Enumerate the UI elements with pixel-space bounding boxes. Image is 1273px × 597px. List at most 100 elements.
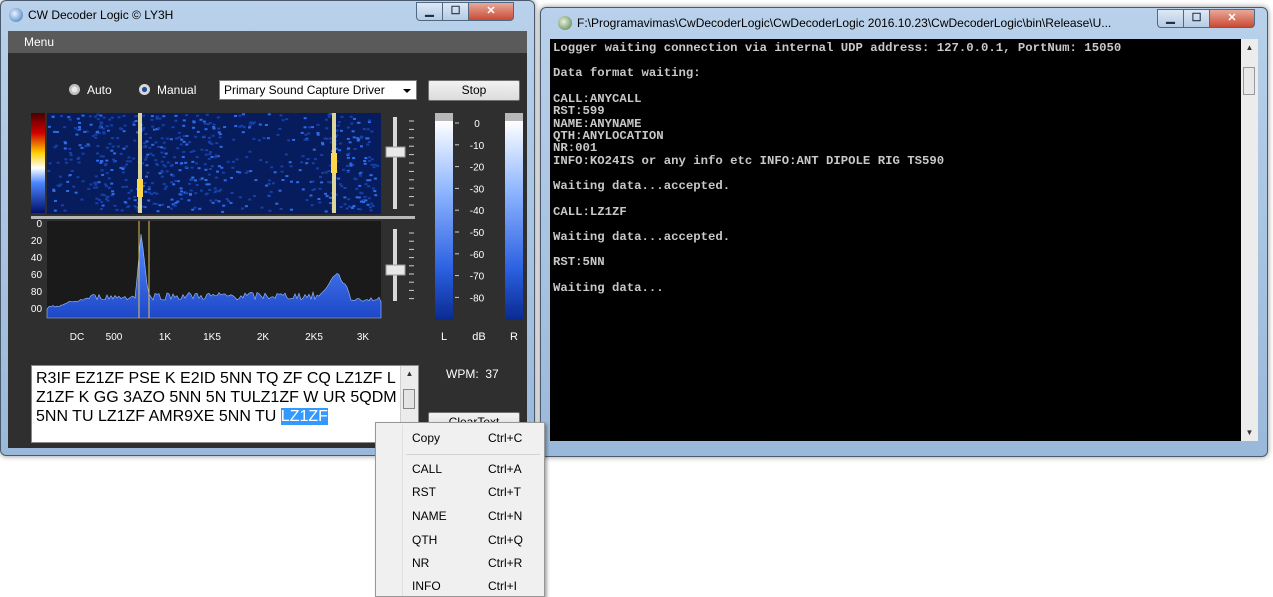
waterfall-pixel (97, 198, 101, 201)
waterfall-pixel (196, 130, 200, 133)
waterfall-pixel (63, 147, 67, 150)
waterfall-pixel (280, 170, 284, 173)
cw-titlebar[interactable]: CW Decoder Logic © LY3H ▁ ☐ ✕ (1, 1, 534, 29)
mode-manual-radio[interactable] (139, 84, 150, 95)
y-tick-label: -20 (31, 236, 42, 247)
console-scroll-thumb[interactable] (1243, 67, 1255, 95)
waterfall-pixel (185, 143, 189, 146)
app-icon (9, 8, 23, 22)
waterfall-pixel (290, 208, 293, 211)
waterfall-pixel (305, 138, 309, 141)
menu-item-nr[interactable]: NR Ctrl+R (379, 552, 541, 574)
menu-item-name[interactable]: NAME Ctrl+N (379, 505, 541, 527)
waterfall-pixel (328, 137, 332, 140)
decoded-text-selection[interactable]: LZ1ZF (280, 408, 328, 425)
waterfall-pixel (161, 203, 165, 206)
waterfall-pixel (368, 206, 372, 209)
waterfall-pixel (125, 163, 128, 166)
waterfall-pixel (99, 124, 103, 127)
console-line: INFO:KO24IS or any info etc INFO:ANT DIP… (553, 153, 945, 168)
menu-item-info[interactable]: INFO Ctrl+I (379, 575, 541, 597)
waterfall-pixel (234, 125, 238, 128)
waterfall-gain-slider[interactable] (385, 117, 414, 209)
menu-item-shortcut: Ctrl+N (488, 509, 523, 523)
waterfall-pixel (192, 150, 196, 153)
mode-auto-radio[interactable] (69, 84, 80, 95)
menu-item-copy[interactable]: Copy Ctrl+C (379, 427, 541, 449)
waterfall-pixel (225, 198, 229, 200)
maximize-button[interactable]: ☐ (443, 2, 469, 21)
waterfall-pixel (56, 161, 60, 164)
waterfall-pixel (171, 126, 175, 129)
menu-item-qth[interactable]: QTH Ctrl+Q (379, 529, 541, 551)
waterfall-pixel (368, 119, 372, 122)
menu-item-call[interactable]: CALL Ctrl+A (379, 458, 541, 480)
waterfall-pixel (116, 145, 120, 148)
menu-item-menu[interactable]: Menu (24, 35, 54, 49)
waterfall-pixel (257, 139, 261, 142)
waterfall-pixel (320, 181, 324, 184)
waterfall-pixel (352, 205, 356, 207)
waterfall-pixel (54, 199, 57, 202)
minimize-button[interactable]: ▁ (416, 2, 443, 21)
menu-item-rst[interactable]: RST Ctrl+T (379, 481, 541, 503)
waterfall-pixel (289, 165, 293, 168)
waterfall-pixel (339, 205, 343, 208)
left-level-meter (435, 121, 453, 320)
decoded-text-content[interactable]: R3IF EZ1ZF PSE K E2ID 5NN TQ ZF CQ LZ1ZF… (36, 369, 398, 426)
waterfall-pixel (110, 182, 114, 185)
waterfall-pixel (371, 187, 375, 190)
waterfall-pixel (311, 180, 315, 183)
waterfall-pixel (360, 145, 363, 148)
waterfall-pixel (145, 175, 148, 178)
waterfall-pixel (162, 115, 166, 118)
waterfall-pixel (166, 161, 170, 164)
waterfall-pixel (163, 165, 167, 168)
waterfall-pixel (160, 137, 164, 140)
waterfall-pixel (231, 160, 235, 163)
waterfall-pixel (161, 124, 165, 127)
waterfall-pixel (170, 163, 174, 166)
console-scroll-up-icon[interactable]: ▲ (1241, 43, 1258, 52)
console-scrollbar[interactable]: ▲ ▼ (1241, 39, 1258, 441)
waterfall-pixel (360, 192, 364, 195)
waterfall-pixel (64, 161, 68, 164)
menu-item-shortcut: Ctrl+Q (488, 533, 524, 547)
waterfall-pixel (88, 115, 92, 118)
waterfall-pixel (178, 169, 182, 172)
waterfall-pixel (76, 117, 80, 120)
console-titlebar[interactable]: F:\Programavimas\CwDecoderLogic\CwDecode… (541, 8, 1267, 36)
console-minimize-button[interactable]: ▁ (1157, 9, 1184, 28)
decoded-text-box[interactable]: R3IF EZ1ZF PSE K E2ID 5NN TQ ZF CQ LZ1ZF… (31, 365, 419, 443)
waterfall-pixel (105, 196, 109, 199)
waterfall-pixel (238, 196, 242, 199)
close-button[interactable]: ✕ (469, 2, 514, 21)
console-scroll-down-icon[interactable]: ▼ (1241, 428, 1258, 437)
waterfall-pixel (56, 131, 59, 133)
console-maximize-button[interactable]: ☐ (1184, 9, 1210, 28)
waterfall-pixel (214, 189, 218, 192)
y-tick-label: -100 (31, 304, 42, 315)
freq-tick-label: 2K (257, 332, 270, 343)
waterfall-pixel (145, 140, 149, 143)
scroll-thumb[interactable] (403, 389, 415, 409)
waterfall-pixel (173, 204, 177, 207)
waterfall-pixel (125, 160, 129, 163)
waterfall-pixel (370, 158, 374, 161)
waterfall-pixel (366, 128, 370, 131)
waterfall-pixel (278, 189, 282, 192)
dropdown-arrow-icon (403, 89, 411, 93)
waterfall-pixel (212, 127, 216, 130)
waterfall-pixel (124, 178, 128, 181)
sound-driver-select[interactable]: Primary Sound Capture Driver (219, 80, 417, 100)
waterfall-pixel (358, 184, 362, 187)
waterfall-pixel (202, 120, 206, 123)
stop-button[interactable]: Stop (428, 80, 520, 101)
waterfall-pixel (78, 126, 81, 129)
console-close-button[interactable]: ✕ (1210, 9, 1255, 28)
waterfall-pixel (100, 193, 104, 196)
spectrum-gain-slider[interactable] (385, 229, 414, 301)
console-output[interactable]: Logger waiting connection via internal U… (550, 39, 1241, 441)
scroll-up-icon[interactable]: ▲ (401, 369, 418, 378)
